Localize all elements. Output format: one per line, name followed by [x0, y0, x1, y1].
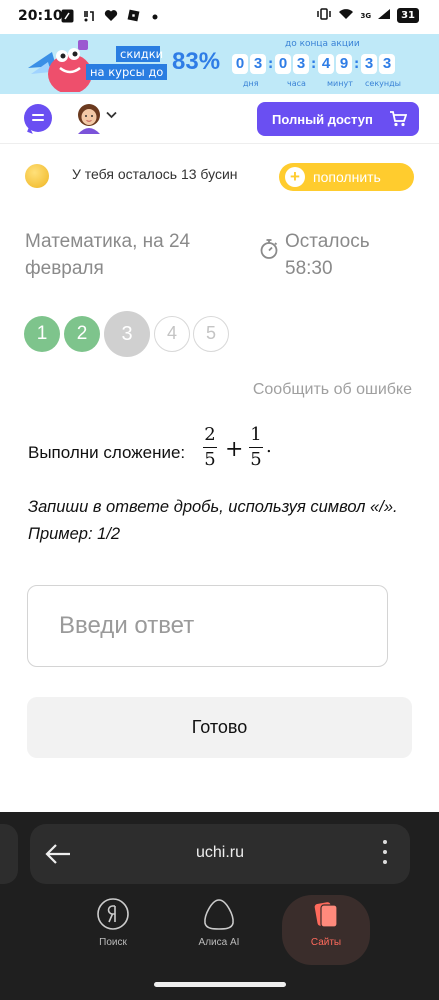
fraction-denominator: 5	[250, 449, 262, 471]
task-period: .	[266, 436, 272, 457]
report-error-link[interactable]: Сообщить об ошибке	[253, 381, 412, 399]
timer-label-seconds: секунды	[365, 79, 401, 88]
timer-label-hours: часа	[287, 79, 306, 88]
fraction-numerator: 2	[204, 424, 216, 445]
beads-balance: У тебя осталось 13 бусин	[72, 166, 238, 182]
fraction-bar	[203, 447, 217, 449]
status-time: 20:10	[18, 8, 63, 24]
step-5[interactable]: 5	[193, 316, 229, 352]
plus-operator: +	[225, 437, 244, 462]
timer-labels: дня часа минут секунды	[0, 79, 439, 91]
timer-label-minutes: минут	[327, 79, 353, 88]
alice-icon	[204, 899, 234, 930]
signal-icon	[377, 8, 391, 23]
notification-icons	[60, 9, 162, 23]
step-2[interactable]: 2	[64, 316, 100, 352]
full-access-label: Полный доступ	[272, 111, 373, 127]
refill-button[interactable]: + пополнить	[279, 163, 414, 191]
fraction-numerator: 1	[250, 424, 262, 445]
nav-search[interactable]: Поиск	[68, 895, 158, 948]
chevron-down-icon[interactable]	[106, 108, 117, 122]
system-icons: 3G 31	[316, 8, 419, 23]
nav-label-alice: Алиса AI	[198, 937, 240, 948]
timer-colon: :	[268, 56, 274, 72]
heart-icon	[104, 9, 118, 23]
sites-icon	[314, 902, 338, 928]
status-bar: 20:10 3G 31	[0, 0, 439, 34]
dot-icon	[148, 9, 162, 23]
home-indicator[interactable]	[154, 982, 286, 987]
roblox-icon	[126, 9, 140, 23]
address-bar[interactable]: uchi.ru	[30, 824, 410, 884]
task-prompt: Выполни сложение:	[28, 443, 186, 462]
timer-label-days: дня	[243, 79, 259, 88]
done-button[interactable]: Готово	[27, 697, 412, 758]
fraction-1-5: 1 5	[249, 424, 263, 471]
step-1[interactable]: 1	[24, 316, 60, 352]
step-4[interactable]: 4	[154, 316, 190, 352]
battery-icon: 31	[397, 8, 419, 23]
step-3-current[interactable]: 3	[104, 311, 150, 357]
vibrate-icon	[316, 8, 332, 23]
full-access-button[interactable]: Полный доступ	[257, 102, 419, 136]
timer-digit: 3	[250, 54, 266, 74]
timer-digit: 3	[361, 54, 377, 74]
timer-digit: 0	[275, 54, 291, 74]
promo-until-label: до конца акции	[285, 39, 360, 49]
app-notification-icon	[60, 9, 74, 23]
chat-icon[interactable]	[24, 104, 52, 132]
nav-sites[interactable]: Сайты	[281, 895, 371, 948]
timer-digit: 4	[318, 54, 334, 74]
stopwatch-icon	[260, 239, 278, 259]
lesson-title: Математика, на 24 февраля	[25, 231, 191, 279]
timer-colon: :	[354, 56, 360, 72]
refill-label: пополнить	[313, 169, 381, 185]
promo-tag-courses: на курсы до	[86, 64, 168, 80]
timer-digit: 9	[336, 54, 352, 74]
task-instruction: Запиши в ответе дробь, используя символ …	[28, 498, 398, 543]
fraction-denominator: 5	[204, 449, 216, 471]
countdown-timer: 0 3 : 0 3 : 4 9 : 3 3	[232, 54, 397, 74]
timer-digit: 3	[293, 54, 309, 74]
nav-label-sites: Сайты	[310, 937, 342, 948]
yandex-search-icon	[97, 898, 129, 930]
missed-call-icon	[82, 9, 96, 23]
more-menu-icon[interactable]	[382, 840, 388, 868]
avatar[interactable]	[74, 102, 104, 134]
answer-input[interactable]	[27, 585, 388, 667]
cart-icon	[390, 111, 407, 127]
plus-icon: +	[285, 167, 305, 187]
nav-alice[interactable]: Алиса AI	[174, 895, 264, 948]
nav-label-search: Поиск	[99, 937, 127, 948]
fraction-2-5: 2 5	[203, 424, 217, 471]
url-text[interactable]: uchi.ru	[30, 844, 410, 862]
timer-colon: :	[311, 56, 317, 72]
fraction-bar	[249, 447, 263, 449]
app-header: Полный доступ	[0, 94, 439, 144]
promo-percent: 83%	[172, 48, 221, 75]
previous-tab[interactable]	[0, 824, 18, 884]
timer-digit: 0	[232, 54, 248, 74]
time-remaining: Осталось 58:30	[285, 231, 370, 279]
promo-tag-discounts: скидки	[116, 46, 163, 62]
wifi-icon	[338, 8, 354, 23]
timer-digit: 3	[379, 54, 395, 74]
bead-icon	[25, 164, 49, 188]
network-label: 3G	[360, 11, 372, 20]
